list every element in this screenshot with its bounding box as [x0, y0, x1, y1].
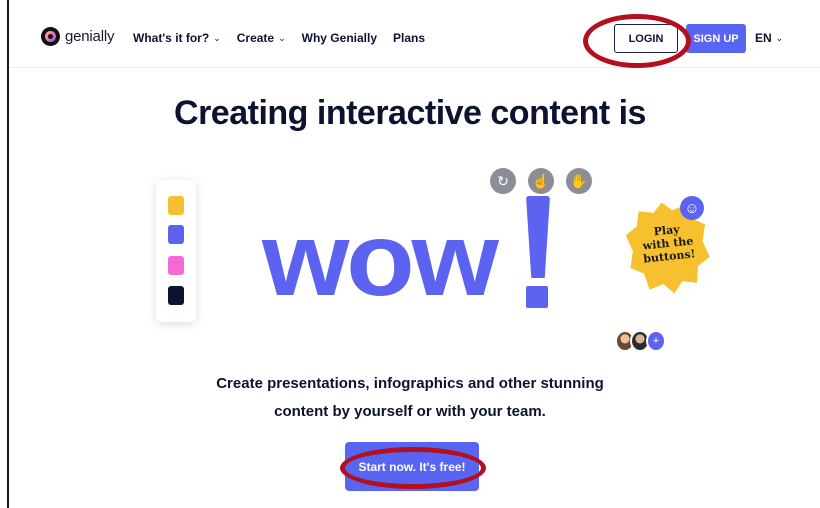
- color-swatch-pink[interactable]: [168, 256, 184, 275]
- badge-text: Play with the buttons!: [642, 222, 697, 266]
- nav-link-label: What's it for?: [133, 31, 210, 45]
- exclamation-dot: [526, 286, 548, 308]
- color-swatch-yellow[interactable]: [168, 196, 184, 215]
- chevron-down-icon: ⌄: [775, 32, 784, 43]
- hand-icon[interactable]: ✋: [566, 168, 592, 194]
- collaborator-avatars: +: [615, 330, 675, 352]
- add-user-icon[interactable]: +: [646, 330, 666, 352]
- top-navigation: genially What's it for? ⌄ Create ⌄ Why G…: [9, 0, 820, 68]
- start-now-button[interactable]: Start now. It's free!: [345, 442, 479, 491]
- color-swatch-blue[interactable]: [168, 225, 184, 244]
- color-swatch-navy[interactable]: [168, 286, 184, 305]
- hero-subtitle: Create presentations, infographics and o…: [0, 370, 820, 426]
- logo-text: genially: [65, 28, 115, 45]
- wow-text: wow: [262, 202, 499, 318]
- chevron-down-icon: ⌄: [278, 32, 286, 43]
- page: genially What's it for? ⌄ Create ⌄ Why G…: [0, 0, 820, 508]
- rotate-icon[interactable]: ↻: [490, 168, 516, 194]
- language-label: EN: [755, 31, 772, 45]
- window-edge: [7, 0, 9, 508]
- smiley-icon: ☺: [680, 196, 704, 220]
- color-palette: [156, 180, 196, 322]
- hero-title: Creating interactive content is: [174, 94, 646, 132]
- language-selector[interactable]: EN ⌄: [755, 31, 783, 45]
- genially-logo-icon: [41, 27, 60, 46]
- nav-link-whats-it-for[interactable]: What's it for? ⌄: [133, 31, 221, 45]
- tap-icon[interactable]: ☝: [528, 168, 554, 194]
- exclamation-mark: [520, 196, 554, 312]
- nav-links: What's it for? ⌄ Create ⌄ Why Genially P…: [133, 31, 441, 45]
- signup-button[interactable]: SIGN UP: [686, 24, 746, 53]
- login-button[interactable]: LOGIN: [614, 24, 678, 53]
- nav-link-create[interactable]: Create ⌄: [237, 31, 286, 45]
- nav-link-label: Why Genially: [301, 31, 377, 45]
- hero-subtitle-line: content by yourself or with your team.: [274, 403, 546, 420]
- nav-link-label: Plans: [393, 31, 426, 45]
- logo[interactable]: genially: [41, 27, 114, 46]
- exclamation-bar: [526, 196, 550, 278]
- nav-link-label: Create: [236, 31, 275, 45]
- chevron-down-icon: ⌄: [213, 32, 221, 43]
- nav-link-plans[interactable]: Plans: [393, 31, 425, 45]
- hero-subtitle-line: Create presentations, infographics and o…: [216, 375, 604, 392]
- nav-link-why-genially[interactable]: Why Genially: [302, 31, 377, 45]
